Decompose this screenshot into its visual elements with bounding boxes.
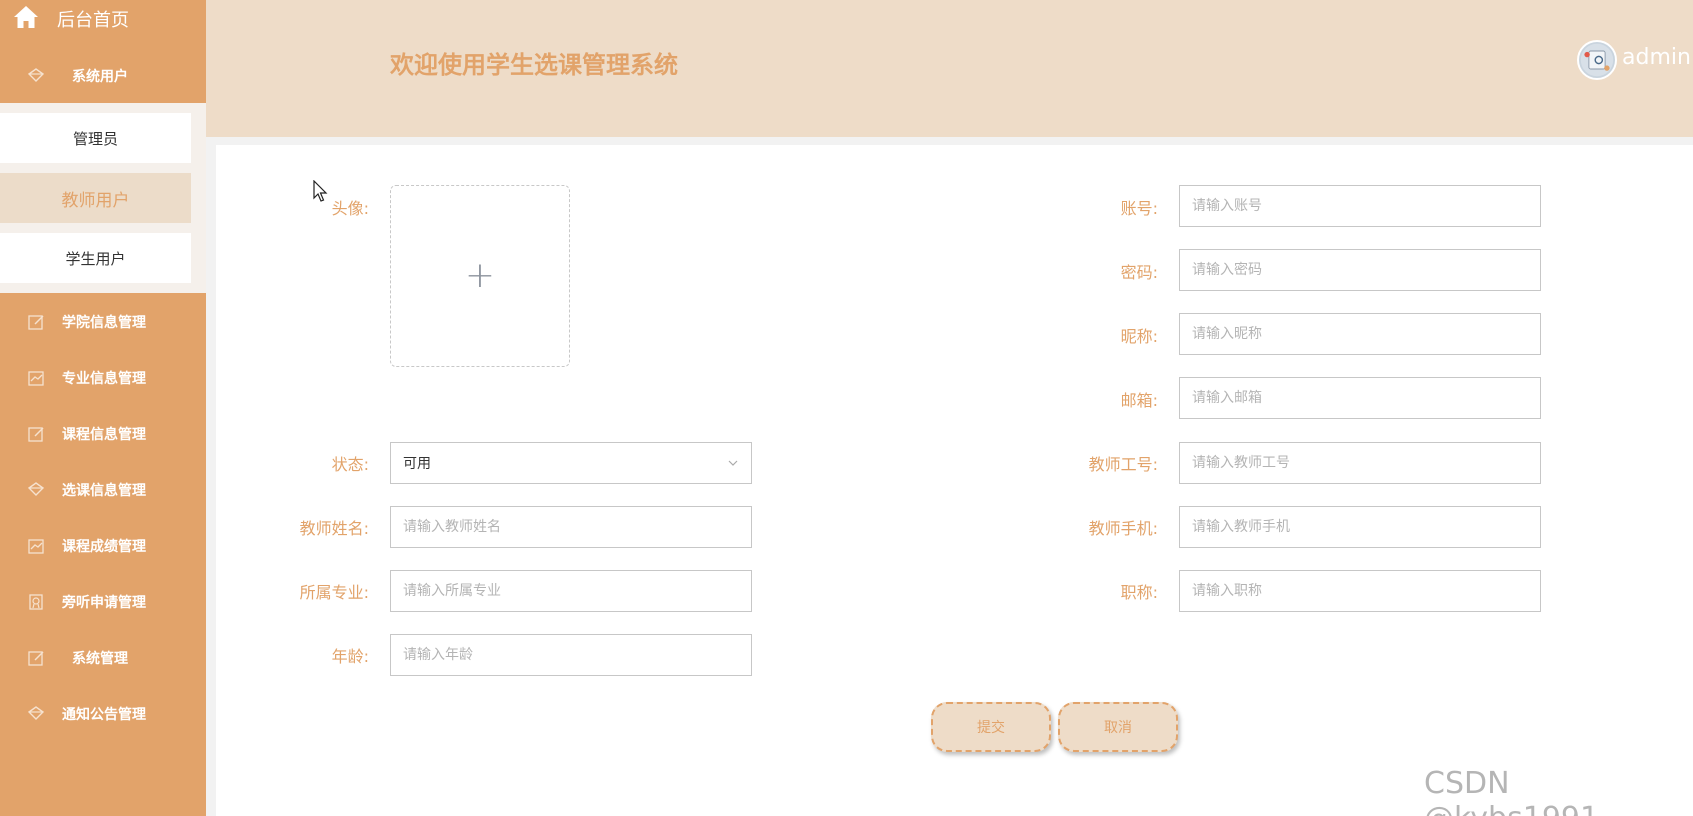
teacher-name-input[interactable] bbox=[390, 506, 752, 548]
teacher-phone-input[interactable] bbox=[1179, 506, 1541, 548]
sidebar-subitem-teacher[interactable]: 教师用户 bbox=[0, 173, 191, 223]
mouse-cursor-icon bbox=[313, 180, 328, 202]
title-input[interactable] bbox=[1179, 570, 1541, 612]
email-input[interactable] bbox=[1179, 377, 1541, 419]
submit-button[interactable]: 提交 bbox=[931, 702, 1051, 752]
diamond-icon bbox=[27, 68, 45, 82]
nickname-input[interactable] bbox=[1179, 313, 1541, 355]
sidebar-item-system-user[interactable]: 系统用户 bbox=[0, 48, 206, 104]
avatar[interactable] bbox=[1577, 40, 1617, 80]
username[interactable]: admin bbox=[1622, 45, 1691, 70]
sidebar-item-label: 专业信息管理 bbox=[62, 371, 146, 387]
teacher-no-label: 教师工号: bbox=[1088, 455, 1158, 474]
avatar-label: 头像: bbox=[331, 199, 369, 218]
sidebar-item-college[interactable]: 学院信息管理 bbox=[0, 294, 206, 350]
status-select[interactable]: 可用 bbox=[390, 442, 752, 484]
sidebar-item-label: 选课信息管理 bbox=[62, 483, 146, 499]
teacher-name-label: 教师姓名: bbox=[299, 519, 369, 538]
sidebar-item-label: 系统管理 bbox=[72, 651, 128, 667]
edit-icon bbox=[28, 651, 44, 666]
medal-icon bbox=[29, 594, 43, 610]
teacher-phone-label: 教师手机: bbox=[1088, 519, 1158, 538]
major-input[interactable] bbox=[390, 570, 752, 612]
edit-icon bbox=[28, 315, 44, 330]
age-label: 年龄: bbox=[331, 647, 369, 666]
watermark: CSDN @kybs1991 bbox=[1424, 766, 1599, 816]
account-label: 账号: bbox=[1120, 199, 1158, 218]
sidebar-item-major[interactable]: 专业信息管理 bbox=[0, 350, 206, 406]
user-avatar-icon bbox=[1580, 43, 1614, 77]
sidebar-item-audit[interactable]: 旁听申请管理 bbox=[0, 574, 206, 630]
avatar-uploader[interactable]: + bbox=[390, 185, 570, 367]
sidebar-home-label: 后台首页 bbox=[57, 10, 129, 31]
title-label: 职称: bbox=[1120, 583, 1158, 602]
sidebar-item-selection[interactable]: 选课信息管理 bbox=[0, 462, 206, 518]
password-label: 密码: bbox=[1120, 263, 1158, 282]
sidebar: 后台首页 系统用户 管理员 教师用户 学生用户 学院信息管理 专业信息管理 课程… bbox=[0, 0, 206, 816]
account-input[interactable] bbox=[1179, 185, 1541, 227]
edit-icon bbox=[28, 427, 44, 442]
sidebar-item-label: 通知公告管理 bbox=[62, 707, 146, 723]
status-select-value: 可用 bbox=[403, 456, 431, 472]
sidebar-item-system[interactable]: 系统管理 bbox=[0, 630, 206, 686]
teacher-no-input[interactable] bbox=[1179, 442, 1541, 484]
major-label: 所属专业: bbox=[299, 583, 369, 602]
chart-icon bbox=[28, 371, 44, 386]
sidebar-subitem-admin[interactable]: 管理员 bbox=[0, 113, 191, 163]
sidebar-subitem-student[interactable]: 学生用户 bbox=[0, 233, 191, 283]
chart-icon bbox=[28, 539, 44, 554]
sidebar-item-label: 课程成绩管理 bbox=[62, 539, 146, 555]
sidebar-item-course[interactable]: 课程信息管理 bbox=[0, 406, 206, 462]
age-input[interactable] bbox=[390, 634, 752, 676]
sidebar-item-label: 系统用户 bbox=[72, 69, 128, 85]
password-input[interactable] bbox=[1179, 249, 1541, 291]
sidebar-item-notice[interactable]: 通知公告管理 bbox=[0, 686, 206, 742]
top-header: 欢迎使用学生选课管理系统 admin bbox=[206, 0, 1693, 137]
sidebar-item-label: 旁听申请管理 bbox=[62, 595, 146, 611]
diamond-icon bbox=[27, 706, 45, 720]
chevron-down-icon bbox=[728, 460, 738, 466]
page-title: 欢迎使用学生选课管理系统 bbox=[390, 51, 678, 79]
status-label: 状态: bbox=[331, 455, 369, 474]
home-icon bbox=[14, 6, 38, 28]
cancel-button[interactable]: 取消 bbox=[1058, 702, 1178, 752]
diamond-icon bbox=[27, 482, 45, 496]
sidebar-item-label: 课程信息管理 bbox=[62, 427, 146, 443]
sidebar-home[interactable]: 后台首页 bbox=[0, 0, 206, 36]
email-label: 邮箱: bbox=[1120, 391, 1158, 410]
sidebar-item-grades[interactable]: 课程成绩管理 bbox=[0, 518, 206, 574]
sidebar-item-label: 学院信息管理 bbox=[62, 315, 146, 331]
plus-icon: + bbox=[464, 255, 496, 296]
nickname-label: 昵称: bbox=[1120, 327, 1158, 346]
